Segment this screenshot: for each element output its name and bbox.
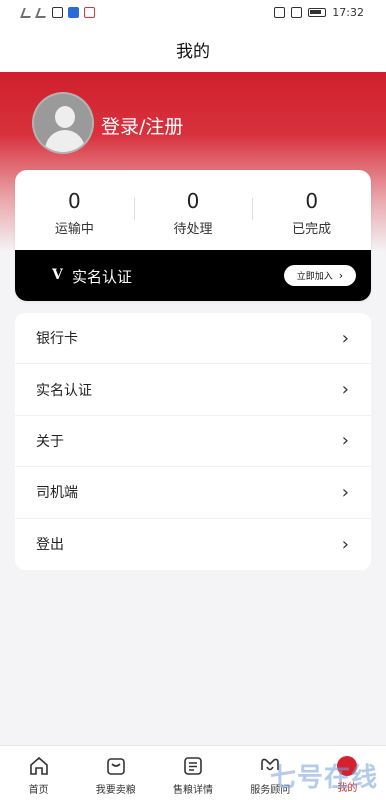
menu-item-about[interactable]: 关于 ›: [15, 416, 371, 468]
battery-icon: [308, 8, 327, 17]
stat-label: 待处理: [173, 222, 213, 237]
avatar[interactable]: [32, 92, 94, 154]
stat-value: 0: [67, 189, 81, 213]
bag-icon: [106, 758, 125, 775]
tab-sale-details[interactable]: 售粮详情: [154, 746, 231, 800]
stat-label: 运输中: [54, 222, 94, 237]
avatar-body-shape: [45, 130, 85, 152]
chevron-right-icon: ›: [341, 327, 349, 349]
verify-banner: V 实名认证 立即加入 ›: [15, 250, 371, 301]
order-stats-card: 0 运输中 0 待处理 0 已完成 V 实名认证 立即加入 ›: [15, 170, 371, 301]
menu-item-label: 关于: [36, 433, 64, 450]
menu-item-label: 司机端: [36, 485, 78, 502]
alarm-icon: [274, 7, 286, 18]
stat-in-transit[interactable]: 0 运输中: [15, 170, 134, 250]
tab-label: 售粮详情: [173, 785, 213, 796]
status-left-icons: [20, 7, 95, 18]
stat-pending[interactable]: 0 待处理: [133, 170, 253, 250]
vip-v-icon: V: [52, 267, 63, 283]
signal-icon-2: [35, 7, 49, 18]
stat-label: 已完成: [292, 222, 332, 237]
watermark-logo: 七号在线: [269, 763, 378, 793]
chevron-right-icon: ›: [341, 430, 349, 452]
tab-label: 首页: [28, 785, 49, 796]
menu-item-label: 登出: [36, 537, 64, 554]
status-bar: 17:32: [0, 0, 386, 26]
list-icon: [184, 757, 202, 775]
vibrate-icon: [291, 7, 303, 18]
stat-completed[interactable]: 0 已完成: [252, 170, 371, 250]
chevron-right-icon: ›: [338, 269, 344, 282]
settings-menu: 银行卡 › 实名认证 › 关于 › 司机端 › 登出 ›: [15, 313, 371, 570]
tab-label: 我要卖粮: [95, 785, 136, 796]
menu-item-driver-side[interactable]: 司机端 ›: [15, 467, 371, 519]
signal-icon: [20, 7, 34, 18]
status-right-icons: 17:32: [274, 6, 364, 19]
message-notification-icon: [84, 7, 95, 18]
join-now-label: 立即加入: [296, 272, 333, 282]
wifi-icon: [52, 7, 63, 18]
stats-row: 0 运输中 0 待处理 0 已完成: [15, 170, 371, 250]
stat-value: 0: [186, 189, 200, 213]
stat-value: 0: [305, 189, 319, 213]
menu-item-label: 银行卡: [36, 331, 78, 348]
chevron-right-icon: ›: [341, 481, 349, 503]
join-now-button[interactable]: 立即加入 ›: [284, 265, 356, 286]
chevron-right-icon: ›: [341, 379, 349, 401]
app-notification-icon: [68, 7, 79, 18]
home-icon: [29, 756, 48, 775]
page-title: 我的: [0, 26, 386, 72]
chevron-right-icon: ›: [341, 533, 349, 555]
menu-item-label: 实名认证: [36, 382, 92, 399]
tab-sell-grain[interactable]: 我要卖粮: [77, 746, 154, 800]
login-register-link[interactable]: 登录/注册: [101, 112, 183, 139]
status-time: 17:32: [332, 6, 364, 19]
menu-item-real-name-verification[interactable]: 实名认证 ›: [15, 364, 371, 416]
verify-title: 实名认证: [72, 268, 133, 286]
menu-item-bank-card[interactable]: 银行卡 ›: [15, 313, 371, 365]
avatar-head-shape: [55, 106, 75, 128]
menu-item-logout[interactable]: 登出 ›: [15, 519, 371, 570]
tab-home[interactable]: 首页: [0, 746, 77, 800]
